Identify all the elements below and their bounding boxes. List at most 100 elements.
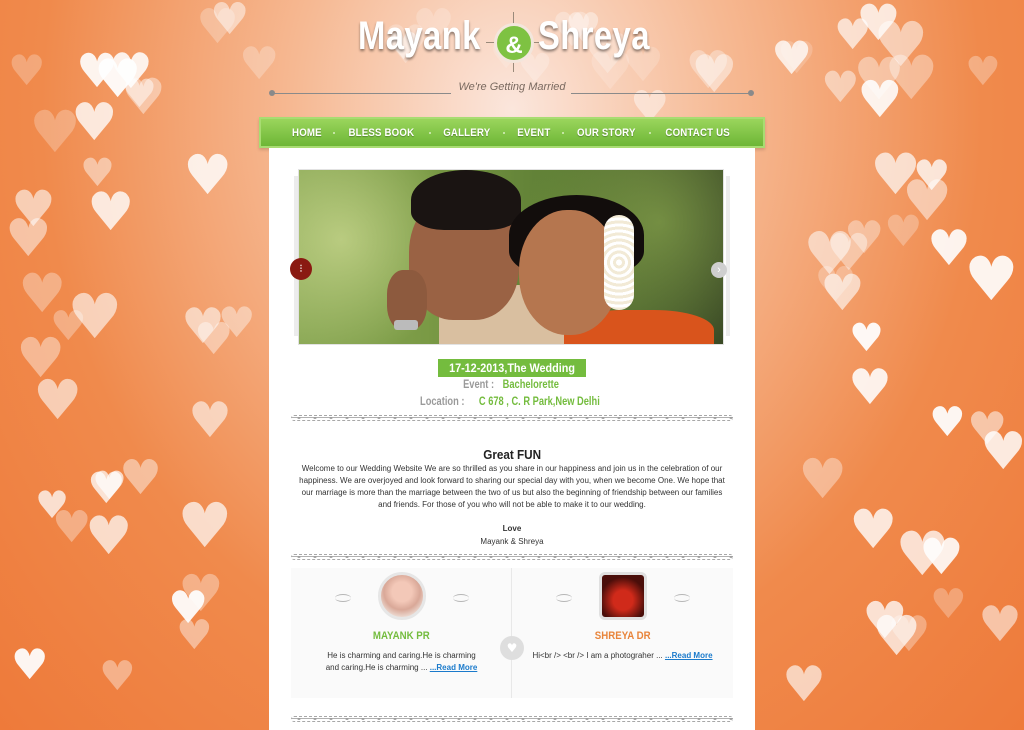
decorative-heart: ♥ (67, 280, 123, 353)
ornament-right (453, 594, 469, 602)
location-label: Location : (419, 394, 465, 408)
decorative-heart: ♥ (849, 498, 898, 561)
wedding-date-badge: 17-12-2013,The Wedding Date (438, 359, 586, 393)
groom-read-more-link[interactable]: ...Read More (430, 663, 478, 672)
decorative-heart: ♥ (814, 257, 858, 313)
decorative-heart: ♥ (92, 464, 127, 509)
nav-contact-us[interactable]: CONTACT US (665, 127, 730, 139)
decorative-heart: ♥ (29, 98, 81, 166)
decorative-heart: ♥ (902, 169, 953, 234)
decorative-heart: ♥ (913, 151, 951, 200)
bride-description: Hi<br /> <br /> I am a photograher ... .… (532, 650, 713, 662)
decorative-heart: ♥ (176, 611, 213, 659)
slider-next-icon[interactable]: › (711, 262, 727, 278)
ornamental-divider (291, 714, 733, 724)
nav-event[interactable]: EVENT (517, 127, 550, 139)
decorative-heart: ♥ (849, 316, 884, 361)
decorative-heart: ♥ (99, 652, 136, 700)
rule-dot-right (748, 90, 754, 96)
decorative-heart: ♥ (52, 502, 92, 553)
decorative-heart: ♥ (872, 604, 922, 668)
heart-icon[interactable]: ♥ (500, 636, 524, 660)
slide-photo-part (604, 215, 634, 310)
decorative-heart: ♥ (978, 596, 1022, 653)
site-logo[interactable]: Mayank & Shreya (358, 8, 652, 72)
nav-separator (561, 131, 564, 134)
nav-gallery[interactable]: GALLERY (443, 127, 490, 139)
decorative-heart: ♥ (964, 244, 1019, 315)
welcome-title-text: Great FUN (483, 447, 541, 462)
decorative-heart: ♥ (168, 581, 209, 634)
decorative-heart: ♥ (33, 368, 83, 432)
decorative-heart: ♥ (218, 298, 256, 347)
nav-separator (333, 131, 336, 134)
decorative-heart: ♥ (178, 565, 224, 624)
ornamental-divider (291, 413, 733, 423)
decorative-heart: ♥ (798, 447, 848, 511)
decorative-heart: ♥ (887, 606, 931, 663)
slider-shadow-right (726, 176, 730, 336)
tagline-rule-right (571, 93, 751, 94)
nav-separator (649, 131, 652, 134)
groom-name-text: MAYANK PR (373, 630, 430, 642)
decorative-heart: ♥ (85, 506, 133, 567)
nav-our-story[interactable]: OUR STORY (577, 127, 636, 139)
decorative-heart: ♥ (919, 528, 964, 586)
tagline-rule-left (271, 93, 451, 94)
decorative-heart: ♥ (844, 211, 885, 264)
main-nav: HOME BLESS BOOK GALLERY EVENT OUR STORY … (259, 117, 765, 148)
ornament-left (335, 594, 351, 602)
groom-avatar[interactable] (378, 572, 426, 620)
bride-read-more-link[interactable]: ...Read More (665, 651, 713, 660)
decorative-heart: ♥ (11, 180, 56, 238)
decorative-heart: ♥ (5, 209, 52, 269)
site-header: Mayank & Shreya We're Getting Married (0, 0, 1024, 110)
slide-photo-part (394, 320, 418, 330)
ampersand: & (494, 23, 534, 63)
ornament-left (556, 594, 572, 602)
decorative-heart: ♥ (194, 314, 234, 365)
decorative-heart: ♥ (18, 262, 67, 325)
nav-bless-book[interactable]: BLESS BOOK (349, 127, 415, 139)
decorative-heart: ♥ (188, 392, 232, 449)
slider-prev-icon[interactable]: ⁝ (290, 258, 312, 280)
location-value: C 678 , C. R Park,New Delhi (478, 394, 600, 408)
decorative-heart: ♥ (862, 592, 908, 651)
groom-name-label: MAYANK PR (291, 630, 512, 642)
decorative-heart: ♥ (35, 483, 70, 527)
welcome-text: Welcome to our Wedding Website We are so… (299, 464, 725, 509)
decorative-heart: ♥ (87, 182, 135, 243)
groom-profile: MAYANK PR He is charming and caring.He i… (291, 568, 512, 698)
event-line: Event : Bachelorette (269, 377, 755, 391)
love-label: Love (502, 524, 522, 533)
decorative-heart: ♥ (884, 207, 923, 257)
decorative-heart: ♥ (980, 422, 1024, 482)
decorative-heart: ♥ (11, 640, 49, 689)
decorative-heart: ♥ (848, 359, 892, 416)
decorative-heart: ♥ (782, 656, 826, 713)
profiles-separator (511, 568, 512, 698)
decorative-heart: ♥ (930, 580, 967, 628)
decorative-heart: ♥ (181, 298, 225, 355)
decorative-heart: ♥ (183, 143, 233, 207)
decorative-heart: ♥ (895, 519, 950, 590)
signature: Mayank & Shreya (480, 537, 544, 546)
event-value: Bachelorette (502, 377, 560, 391)
bride-avatar[interactable] (599, 572, 647, 620)
decorative-heart: ♥ (80, 151, 115, 196)
couple-profiles: MAYANK PR He is charming and caring.He i… (291, 568, 733, 698)
decorative-heart: ♥ (87, 464, 126, 514)
nav-home[interactable]: HOME (292, 127, 322, 139)
event-label: Event : (463, 377, 495, 391)
decorative-heart: ♥ (870, 142, 922, 208)
groom-description: He is charming and caring.He is charming… (321, 650, 482, 674)
ampersand-emblem: & (486, 12, 542, 72)
groom-name: Mayank (358, 14, 481, 58)
nav-separator (428, 131, 431, 134)
decorative-heart: ♥ (927, 220, 971, 277)
ornament-right (674, 594, 690, 602)
welcome-title: Great FUN (269, 447, 755, 462)
nav-separator (503, 131, 506, 134)
bride-profile: SHREYA DR Hi<br /> <br /> I am a photogr… (512, 568, 733, 698)
photo-slider[interactable] (298, 169, 724, 345)
